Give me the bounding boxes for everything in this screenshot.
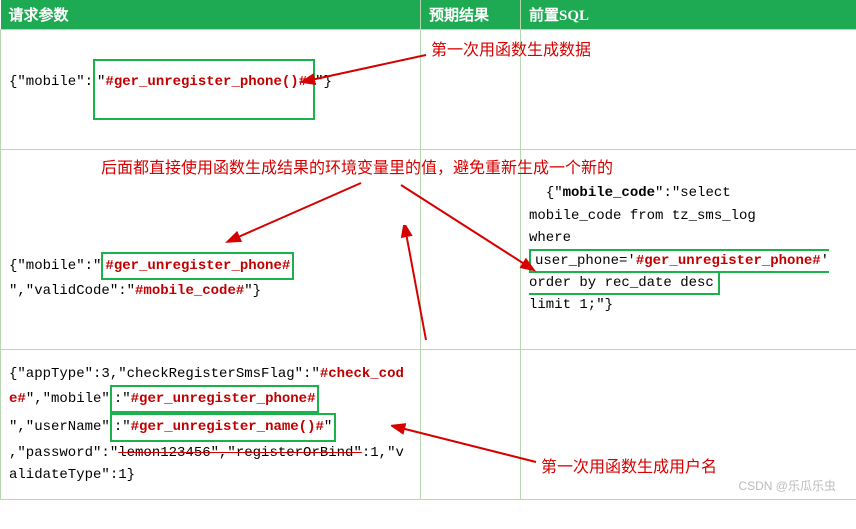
page-container: { "headers": { "col1": "请求参数", "col2": "…	[0, 0, 856, 500]
main-table: 请求参数 预期结果 前置SQL {"mobile":"#ger_unregist…	[0, 0, 856, 500]
highlight-box: "#ger_unregister_phone()#	[93, 59, 315, 119]
table-row: {"appType":3,"checkRegisterSmsFlag":"#ch…	[1, 350, 856, 500]
var-mobile-code: #mobile_code#	[135, 283, 244, 299]
annotation-row2-top: 后面都直接使用函数生成结果的环境变量里的值，避免重新生成一个新的	[101, 156, 801, 182]
var-phone: #ger_unregister_phone#	[131, 391, 316, 407]
annotation-row3: 第一次用函数生成用户名	[541, 455, 717, 481]
var-phone: #ger_unregister_phone#	[105, 258, 290, 274]
highlight-box: :"#ger_unregister_name()#"	[110, 413, 336, 441]
code-text: {"mobile":	[9, 74, 93, 90]
cell-r2-params: 后面都直接使用函数生成结果的环境变量里的值，避免重新生成一个新的 {"mobil…	[1, 150, 421, 350]
header-pre-sql: 前置SQL	[521, 0, 856, 30]
header-request-params: 请求参数	[1, 0, 421, 30]
strikethrough-text: lemon123456","registerOrBind"	[118, 445, 362, 461]
cell-r1-params: {"mobile":"#ger_unregister_phone()#"} 第一…	[1, 30, 421, 150]
header-expected-result: 预期结果	[421, 0, 521, 30]
cell-r3-params: {"appType":3,"checkRegisterSmsFlag":"#ch…	[1, 350, 421, 500]
var-phone-func: #ger_unregister_phone()#	[105, 74, 307, 90]
table-row: 后面都直接使用函数生成结果的环境变量里的值，避免重新生成一个新的 {"mobil…	[1, 150, 856, 350]
cell-r3-expected	[421, 350, 521, 500]
var-phone: #ger_unregister_phone#	[636, 253, 821, 269]
watermark: CSDN @乐瓜乐虫	[738, 477, 836, 494]
var-name-func: #ger_unregister_name()#	[131, 419, 324, 435]
highlight-box: :"#ger_unregister_phone#	[110, 385, 320, 413]
highlight-box: user_phone='#ger_unregister_phone#' orde…	[529, 249, 829, 295]
table-row: {"mobile":"#ger_unregister_phone()#"} 第一…	[1, 30, 856, 150]
annotation-row1: 第一次用函数生成数据	[431, 38, 591, 64]
highlight-box: #ger_unregister_phone#	[101, 252, 294, 280]
arrow-icon	[221, 178, 371, 248]
